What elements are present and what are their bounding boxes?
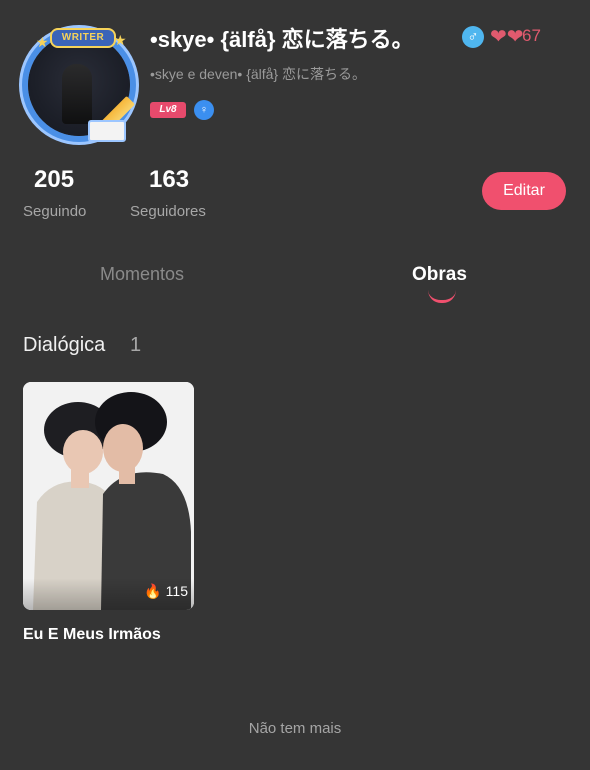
work-cover-image [23,382,194,610]
star-icon: ★ [36,34,49,50]
edit-profile-button[interactable]: Editar [482,172,566,210]
following-count: 205 [34,166,75,193]
followers-stat[interactable]: 163 [149,166,189,194]
verified-icon[interactable]: ♀ [194,100,214,120]
active-tab-indicator [428,290,456,303]
tab-momentos[interactable]: Momentos [100,264,184,285]
profile-name: •skye• {älfå} 恋に落ちる。 [150,27,414,52]
book-icon [88,120,126,142]
section-count: 1 [130,334,142,356]
tab-obras[interactable]: Obras [412,264,467,286]
following-stat[interactable]: 205 [34,166,74,194]
avatar[interactable]: WRITER ★ ★ [22,20,142,142]
work-card[interactable]: 🔥 115 [23,382,194,610]
hearts-icon: ❤❤ [490,26,524,48]
end-of-list-note: Não tem mais [248,720,342,737]
section-title: Dialógica [23,334,106,356]
following-label: Seguindo [23,203,87,220]
fire-icon: 🔥 [144,583,162,599]
followers-count: 163 [149,166,190,193]
work-views: 🔥 115 [144,583,188,600]
hearts-count: 67 [522,26,541,45]
work-views-count: 115 [165,583,188,599]
star-icon: ★ [114,32,127,48]
profile-subtitle: •skye e deven• {älfå} 恋に落ちる。 [150,66,367,82]
followers-label: Seguidores [130,203,206,220]
avatar-photo [62,64,92,124]
level-badge[interactable]: Lv8 [150,102,186,118]
male-gender-icon: ♂ [462,26,484,48]
work-title[interactable]: Eu E Meus Irmãos [23,626,161,644]
writer-badge: WRITER [50,28,116,48]
